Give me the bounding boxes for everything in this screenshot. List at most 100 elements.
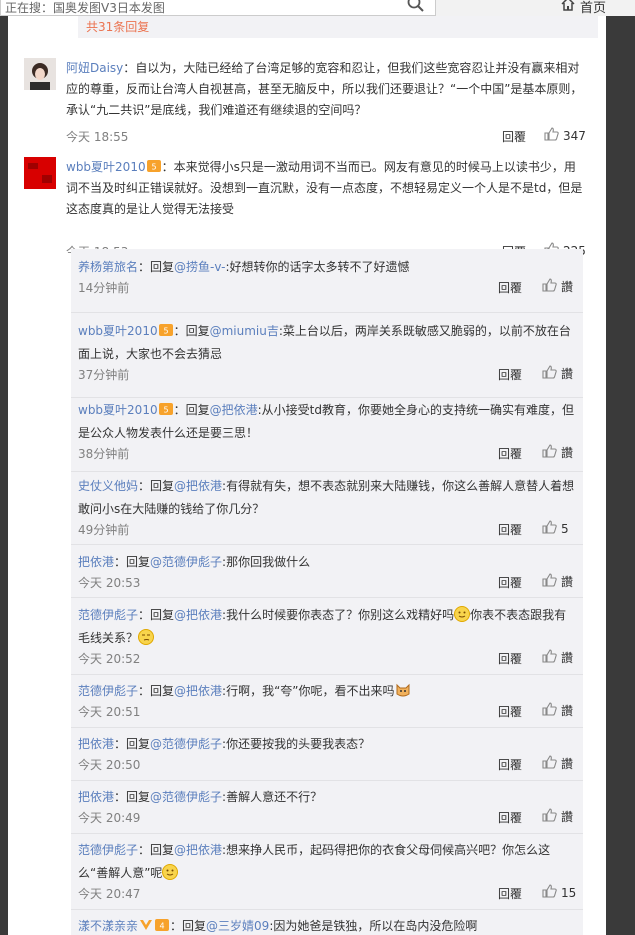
- reply-target[interactable]: @把依港: [210, 403, 258, 417]
- reply-item: 把依港：回复@范德伊彪子:善解人意还不行？ 今天 20:49 回覆 讚: [78, 786, 578, 827]
- like-button[interactable]: 讚: [542, 808, 573, 825]
- reply-target[interactable]: @把依港: [174, 843, 222, 857]
- reply-target[interactable]: @把依港: [174, 684, 222, 698]
- reply-target[interactable]: @范德伊彪子: [150, 790, 222, 804]
- reply-username[interactable]: 范德伊彪子: [78, 843, 138, 857]
- reply-item: 范德伊彪子：回复@把依港:想来挣人民币，起码得把你的衣食父母伺候高兴吧？你怎么这…: [78, 839, 578, 903]
- like-button[interactable]: 347: [544, 127, 586, 144]
- home-nav-link[interactable]: 首页: [560, 0, 606, 16]
- reply-item: wbb夏叶2010 5 ：回复@miumiu吉:菜上台以后，两岸关系既敏感又脆弱的，…: [78, 320, 578, 384]
- reply-item: 漾不漾亲亲 4 ：回复@三岁婧09:因为她爸是铁独，所以在岛内没危险啊: [78, 915, 578, 935]
- divider: [71, 597, 583, 598]
- search-input[interactable]: 正在搜：国奥发图V3日本发图: [0, 0, 436, 16]
- svg-text:4: 4: [159, 922, 164, 931]
- divider: [71, 727, 583, 728]
- reply-button[interactable]: 回覆: [498, 445, 522, 462]
- reply-username[interactable]: 把依港: [78, 737, 114, 751]
- comment-username[interactable]: wbb夏叶2010: [66, 160, 146, 174]
- like-count: 讚: [561, 280, 574, 294]
- search-placeholder: 正在搜：国奥发图V3日本发图: [5, 1, 165, 15]
- like-button[interactable]: 讚: [542, 702, 573, 719]
- reply-text: 范德伊彪子：回复@把依港:行啊，我“夸”你呢，看不出来吗: [78, 680, 578, 703]
- reply-username[interactable]: 范德伊彪子: [78, 608, 138, 622]
- vip-badge-icon: 4: [155, 916, 170, 931]
- reply-button[interactable]: 回覆: [502, 128, 526, 145]
- reply-text: 把依港：回复@范德伊彪子:你还要按我的头要我表态？: [78, 737, 371, 751]
- comment-username[interactable]: 阿妞Daisy: [66, 61, 123, 75]
- reply-button[interactable]: 回覆: [498, 521, 522, 538]
- reply-button[interactable]: 回覆: [498, 703, 522, 720]
- comment-panel: 共31条回复 阿妞Daisy：自以为，大陆已经给了台湾足够的宽容和忍让，但我们这…: [8, 16, 606, 935]
- like-button[interactable]: 讚: [542, 755, 573, 772]
- like-count: 15: [561, 885, 577, 900]
- page-gutter: [608, 16, 635, 935]
- comment-text: 阿妞Daisy：自以为，大陆已经给了台湾足够的宽容和忍让，但我们这些宽容忍让并没…: [66, 61, 583, 117]
- like-button[interactable]: 讚: [542, 573, 573, 590]
- reply-username[interactable]: 把依港: [78, 555, 114, 569]
- divider: [71, 780, 583, 781]
- like-count: 讚: [561, 757, 574, 771]
- svg-text:5: 5: [163, 406, 168, 415]
- nested-replies: 养杨第旅名：回复@捞鱼-v-:好想转你的话字太多转不了好遗憾 14分钟前 回覆 …: [71, 249, 583, 935]
- reply-time: 38分钟前: [78, 447, 130, 461]
- reply-item: 把依港：回复@范德伊彪子:你还要按我的头要我表态？ 今天 20:50 回覆 讚: [78, 733, 578, 774]
- reply-button[interactable]: 回覆: [498, 756, 522, 773]
- thumbs-up-icon: [544, 127, 559, 144]
- thumbs-up-icon: [542, 702, 557, 719]
- reply-button[interactable]: 回覆: [498, 366, 522, 383]
- reply-target[interactable]: @范德伊彪子: [150, 737, 222, 751]
- thumbs-up-icon: [542, 884, 557, 901]
- like-count: 347: [563, 128, 586, 143]
- reply-target[interactable]: @miumiu吉: [210, 324, 279, 338]
- reply-meta: 今天 20:50 回覆 讚: [78, 755, 578, 774]
- reply-text: wbb夏叶2010 5 ：回复@miumiu吉:菜上台以后，两岸关系既敏感又脆弱的，…: [78, 320, 578, 366]
- reply-button[interactable]: 回覆: [498, 809, 522, 826]
- vip-badge-icon: 5: [158, 321, 173, 336]
- comment-item: 阿妞Daisy：自以为，大陆已经给了台湾足够的宽容和忍让，但我们这些宽容忍让并没…: [24, 58, 594, 146]
- reply-target[interactable]: @范德伊彪子: [150, 555, 222, 569]
- reply-button[interactable]: 回覆: [498, 885, 522, 902]
- thumbs-up-icon: [542, 808, 557, 825]
- reply-text: 范德伊彪子：回复@把依港:想来挣人民币，起码得把你的衣食父母伺候高兴吧？你怎么这…: [78, 843, 551, 880]
- avatar[interactable]: [24, 157, 56, 189]
- reply-username[interactable]: 把依港: [78, 790, 114, 804]
- like-count: 讚: [561, 575, 574, 589]
- reply-button[interactable]: 回覆: [498, 279, 522, 296]
- svg-text:5: 5: [163, 327, 168, 336]
- top-bar: 正在搜：国奥发图V3日本发图 首页: [0, 0, 635, 16]
- reply-username[interactable]: 范德伊彪子: [78, 684, 138, 698]
- like-button[interactable]: 讚: [542, 365, 573, 382]
- like-count: 5: [561, 521, 569, 536]
- reply-username[interactable]: 史仗义他妈: [78, 479, 138, 493]
- avatar[interactable]: [24, 58, 56, 90]
- like-button[interactable]: 15: [542, 884, 576, 901]
- reply-username[interactable]: wbb夏叶2010: [78, 324, 158, 338]
- thumbs-up-icon: [542, 573, 557, 590]
- reply-username[interactable]: wbb夏叶2010: [78, 403, 158, 417]
- search-icon[interactable]: [407, 0, 425, 16]
- reply-target[interactable]: @把依港: [174, 608, 222, 622]
- more-replies-label[interactable]: 共31条回复: [86, 18, 149, 35]
- reply-button[interactable]: 回覆: [498, 574, 522, 591]
- comment-text: wbb夏叶2010 5 ：本来觉得小s只是一激动用词不当而已。网友有意见的时候马上以…: [66, 158, 583, 216]
- reply-target[interactable]: @把依港: [174, 479, 222, 493]
- like-count: 讚: [561, 367, 574, 381]
- reply-target[interactable]: @三岁婧09: [206, 919, 269, 933]
- vip-badge-icon: 5: [146, 158, 161, 172]
- like-button[interactable]: 讚: [542, 649, 573, 666]
- reply-username[interactable]: 养杨第旅名: [78, 260, 138, 274]
- like-count: 讚: [561, 810, 574, 824]
- divider: [71, 312, 583, 313]
- reply-text: 范德伊彪子：回复@把依港:我什么时候要你表态了？你别这么戏精好吗 你表不表态跟我有…: [78, 606, 567, 645]
- more-replies-link[interactable]: 共31条回复: [78, 16, 598, 38]
- reply-meta: 38分钟前 回覆 讚: [78, 444, 578, 463]
- like-button[interactable]: 讚: [542, 278, 573, 295]
- reply-target[interactable]: @捞鱼-v-: [174, 260, 225, 274]
- reply-text: wbb夏叶2010 5 ：回复@把依港:从小接受td教育，你要她全身心的支持统一确实…: [78, 399, 578, 445]
- like-button[interactable]: 5: [542, 520, 569, 537]
- reply-username[interactable]: 漾不漾亲亲: [78, 919, 138, 933]
- like-button[interactable]: 讚: [542, 444, 573, 461]
- reply-time: 今天 20:47: [78, 887, 141, 901]
- reply-meta: 49分钟前 回覆 5: [78, 520, 578, 539]
- reply-button[interactable]: 回覆: [498, 650, 522, 667]
